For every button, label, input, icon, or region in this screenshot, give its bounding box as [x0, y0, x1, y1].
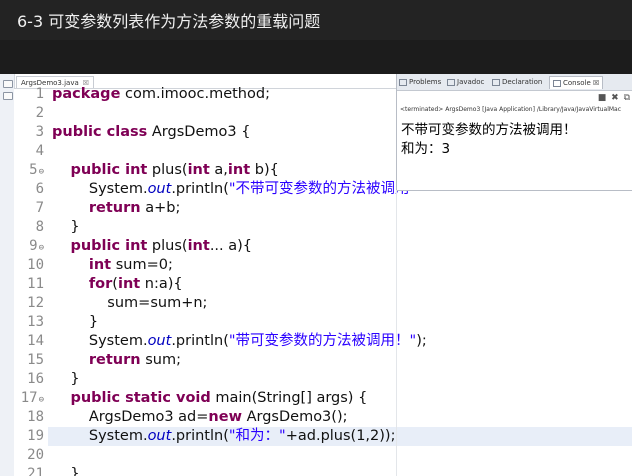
close-icon[interactable]: ☒ — [593, 79, 599, 87]
line-number: 17⊖ — [14, 389, 44, 408]
code-line[interactable]: } — [52, 465, 79, 476]
line-number-text: 15 — [27, 352, 44, 368]
line-number-text: 13 — [27, 314, 44, 330]
line-number-text: 18 — [27, 409, 44, 425]
code-line[interactable]: System.out.println("带可变参数的方法被调用！"); — [52, 332, 427, 351]
code-line[interactable]: for(int n:a){ — [52, 275, 183, 294]
line-number-text: 5 — [29, 162, 38, 178]
line-number: 5⊖ — [14, 161, 44, 180]
line-number-text: 6 — [35, 181, 44, 197]
console-output-line: 不带可变参数的方法被调用！ — [401, 122, 577, 138]
line-number: 12 — [14, 294, 44, 313]
code-line[interactable]: return a+b; — [52, 199, 180, 218]
code-line[interactable]: return sum; — [52, 351, 181, 370]
code-line[interactable]: } — [52, 370, 79, 389]
line-number: 2 — [14, 104, 44, 123]
code-line[interactable]: public class ArgsDemo3 { — [52, 123, 250, 142]
code-line[interactable]: } — [52, 218, 79, 237]
line-number-text: 11 — [27, 276, 44, 292]
line-number: 4 — [14, 142, 44, 161]
tab-problems[interactable]: Problems — [399, 76, 441, 88]
line-number: 20 — [14, 446, 44, 465]
line-number-text: 9 — [29, 238, 38, 254]
code-line[interactable]: System.out.println("不带可变参数的方法被调用 — [52, 180, 410, 199]
line-number: 9⊖ — [14, 237, 44, 256]
code-line[interactable]: public int plus(int a,int b){ — [52, 161, 278, 180]
terminated-label: <terminated> ArgsDemo3 [Java Application… — [400, 106, 622, 113]
video-title-bar: 6-3 可变参数列表作为方法参数的重载问题 — [0, 0, 632, 40]
line-number-text: 17 — [20, 390, 38, 406]
line-number-text: 12 — [27, 295, 44, 311]
console-output-line: 和为：3 — [401, 141, 451, 157]
title-gap — [0, 40, 632, 74]
tab-console[interactable]: Console ☒ — [549, 76, 604, 89]
code-line[interactable]: sum=sum+n; — [52, 294, 207, 313]
line-number-text: 14 — [27, 333, 44, 349]
line-number: 19 — [14, 427, 44, 446]
tab-declaration[interactable]: Declaration — [492, 76, 542, 88]
line-number: 14 — [14, 332, 44, 351]
problems-icon — [399, 78, 407, 86]
code-line[interactable]: int sum=0; — [52, 256, 173, 275]
restore-icon[interactable] — [3, 80, 13, 88]
left-toolbar-strip — [0, 74, 15, 476]
console-icon — [553, 79, 561, 87]
code-line[interactable]: public static void main(String[] args) { — [52, 389, 367, 408]
line-number-text: 1 — [35, 86, 44, 102]
eclipse-ide: ArgsDemo3.java ☒ 1 package com.imooc.metho… — [0, 74, 632, 476]
code-line[interactable]: } — [52, 313, 98, 332]
line-number-text: 16 — [27, 371, 44, 387]
tab-javadoc[interactable]: Javadoc — [447, 76, 484, 88]
line-number-text: 2 — [35, 105, 44, 121]
console-view: Problems Javadoc Declaration Console ☒ ■… — [396, 74, 632, 191]
line-number-text: 3 — [35, 124, 44, 140]
fold-toggle-icon[interactable]: ⊖ — [39, 395, 44, 405]
line-number-text: 20 — [27, 447, 44, 463]
line-number: 21 — [14, 465, 44, 476]
javadoc-icon — [447, 78, 455, 86]
line-number: 13 — [14, 313, 44, 332]
line-number: 11 — [14, 275, 44, 294]
code-line[interactable]: public int plus(int... a){ — [52, 237, 252, 256]
line-number: 1 — [14, 85, 44, 104]
line-number: 7 — [14, 199, 44, 218]
video-title: 6-3 可变参数列表作为方法参数的重载问题 — [17, 12, 321, 31]
line-number-text: 4 — [35, 143, 44, 159]
line-number: 18 — [14, 408, 44, 427]
fold-toggle-icon[interactable]: ⊖ — [39, 167, 44, 177]
package-explorer-icon[interactable] — [3, 92, 13, 100]
view-separator — [396, 190, 397, 476]
code-line[interactable]: ArgsDemo3 ad=new ArgsDemo3(); — [52, 408, 348, 427]
line-number: 8 — [14, 218, 44, 237]
line-number: 15 — [14, 351, 44, 370]
code-line[interactable]: System.out.println("和为："+ad.plus(1,2)); — [52, 427, 396, 446]
line-number-text: 7 — [35, 200, 44, 216]
line-number: 6 — [14, 180, 44, 199]
line-number-text: 19 — [27, 428, 44, 444]
console-tab-bar: Problems Javadoc Declaration Console ☒ — [397, 74, 632, 91]
console-toolbar-icons[interactable]: ■ ✖ ⧉ — [598, 93, 631, 103]
line-number: 10 — [14, 256, 44, 275]
fold-toggle-icon[interactable]: ⊖ — [39, 243, 44, 253]
line-number-text: 10 — [27, 257, 44, 273]
declaration-icon — [492, 78, 500, 86]
code-line[interactable]: package com.imooc.method; — [52, 85, 270, 104]
line-number-text: 8 — [35, 219, 44, 235]
line-number: 3 — [14, 123, 44, 142]
line-number: 16 — [14, 370, 44, 389]
line-number-text: 21 — [27, 466, 44, 476]
